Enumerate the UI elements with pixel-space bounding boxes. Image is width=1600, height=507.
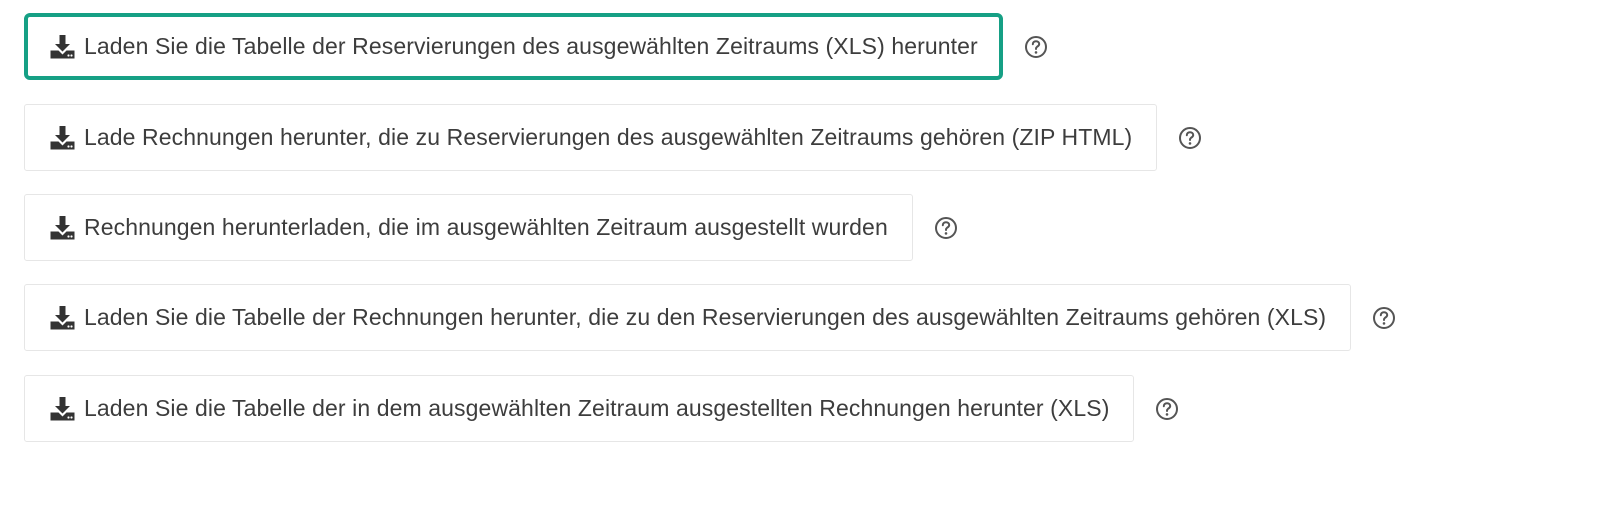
question-circle-icon[interactable] (1024, 35, 1048, 59)
download-icon (49, 214, 76, 241)
download-row: Laden Sie die Tabelle der Reservierungen… (24, 13, 1048, 80)
download-icon (49, 124, 76, 151)
download-reservation-invoices-xls-button[interactable]: Laden Sie die Tabelle der Rechnungen her… (24, 284, 1352, 351)
download-reservations-xls-button[interactable]: Laden Sie die Tabelle der Reservierungen… (24, 13, 1003, 80)
download-row: Lade Rechnungen herunter, die zu Reservi… (24, 104, 1202, 171)
download-invoices-zip-button[interactable]: Lade Rechnungen herunter, die zu Reservi… (24, 104, 1158, 171)
download-icon (49, 33, 76, 60)
question-circle-icon[interactable] (1372, 306, 1396, 330)
download-icon (49, 304, 76, 331)
download-button-label: Laden Sie die Tabelle der Rechnungen her… (84, 304, 1327, 330)
question-circle-icon[interactable] (934, 216, 958, 240)
download-issued-invoices-xls-button[interactable]: Laden Sie die Tabelle der in dem ausgewä… (24, 375, 1135, 442)
download-icon (49, 395, 76, 422)
download-button-label: Laden Sie die Tabelle der in dem ausgewä… (84, 395, 1110, 421)
download-list: Laden Sie die Tabelle der Reservierungen… (0, 0, 1600, 507)
question-circle-icon[interactable] (1178, 126, 1202, 150)
download-row: Laden Sie die Tabelle der Rechnungen her… (24, 284, 1396, 351)
question-circle-icon[interactable] (1155, 397, 1179, 421)
download-button-label: Laden Sie die Tabelle der Reservierungen… (84, 33, 978, 59)
download-issued-invoices-button[interactable]: Rechnungen herunterladen, die im ausgewä… (24, 194, 913, 261)
download-button-label: Rechnungen herunterladen, die im ausgewä… (84, 214, 888, 240)
download-row: Laden Sie die Tabelle der in dem ausgewä… (24, 375, 1179, 442)
download-row: Rechnungen herunterladen, die im ausgewä… (24, 194, 958, 261)
download-button-label: Lade Rechnungen herunter, die zu Reservi… (84, 124, 1133, 150)
